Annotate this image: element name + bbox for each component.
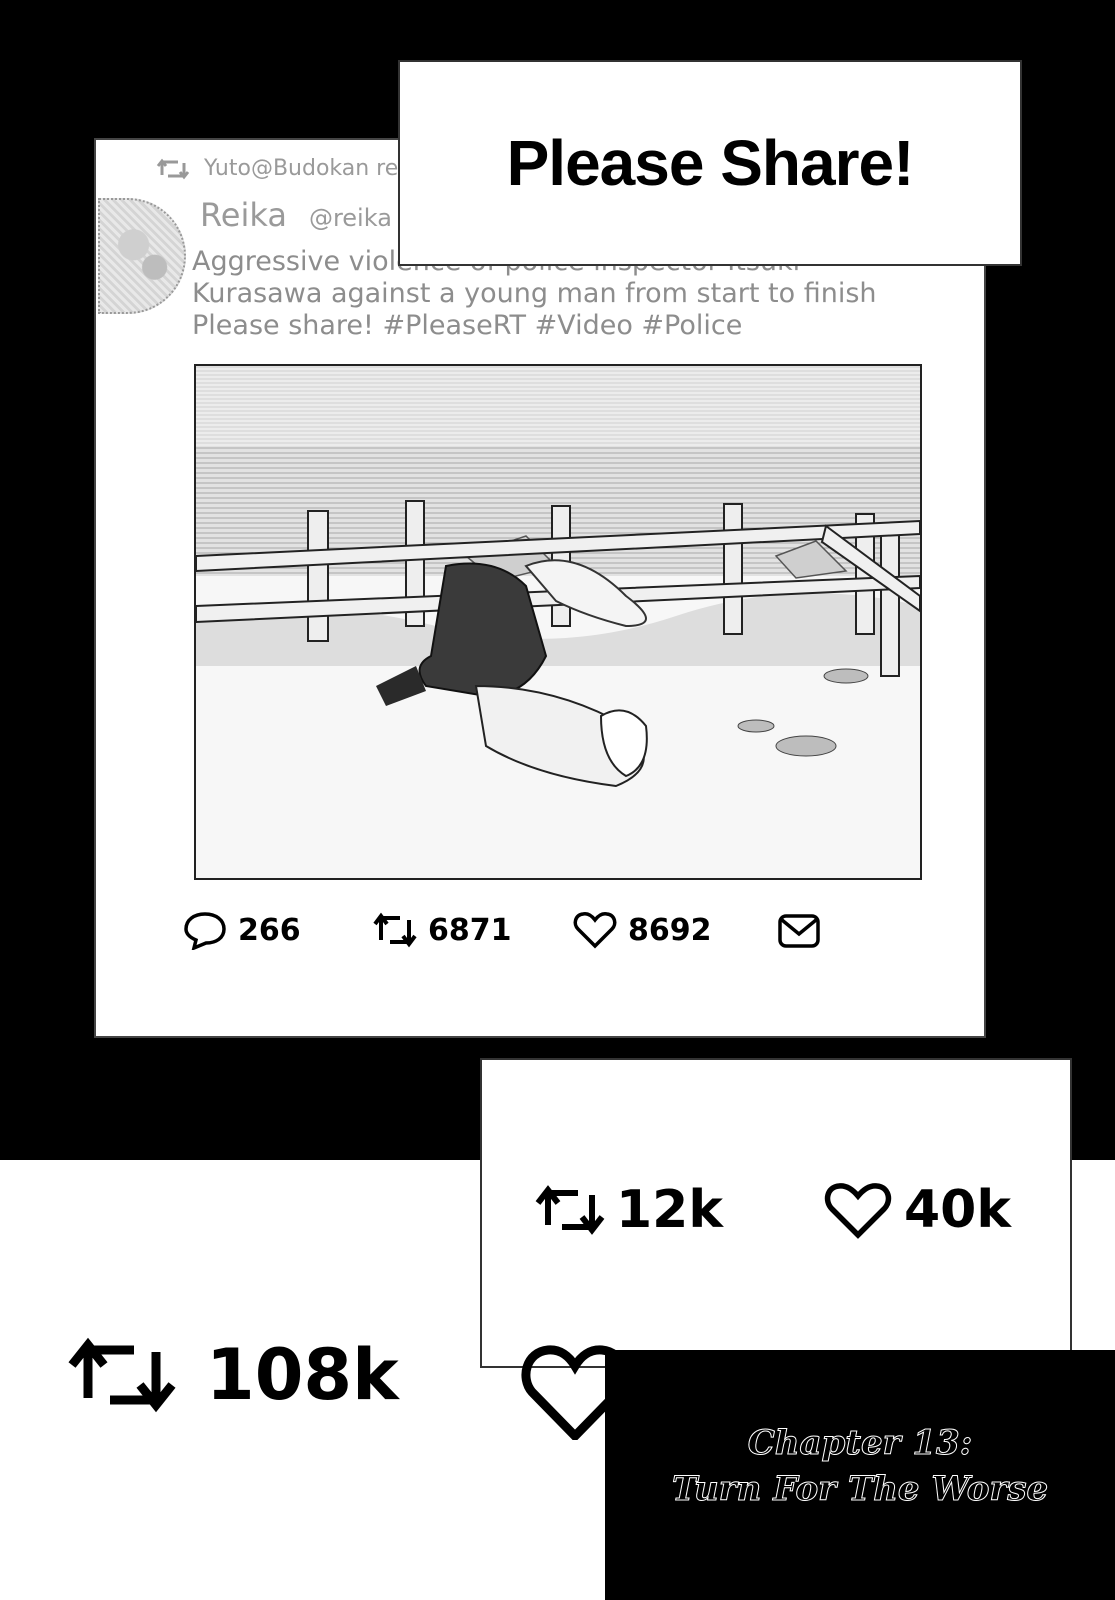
headline: Please Share! (506, 127, 915, 199)
author-line: Reika @reika (200, 196, 392, 234)
big-retweet-count: 108k (206, 1334, 399, 1416)
retweet-count: 6871 (428, 912, 512, 948)
reply-count: 266 (238, 912, 301, 948)
retweet-action[interactable]: 6871 (372, 910, 512, 950)
retweet-icon (535, 1185, 605, 1235)
like-stat[interactable]: 40k (822, 1180, 1011, 1240)
tweet-video-thumbnail[interactable] (194, 364, 922, 880)
like-count: 8692 (628, 912, 712, 948)
tweet-actions: 266 6871 8692 (182, 910, 942, 960)
retweet-stat-value: 12k (616, 1180, 723, 1240)
like-action[interactable]: 8692 (572, 910, 712, 950)
handle[interactable]: @reika (309, 204, 392, 232)
retweet-stat[interactable]: 12k (534, 1180, 723, 1240)
reply-action[interactable]: 266 (182, 910, 301, 950)
chapter-number: Chapter 13: (747, 1423, 973, 1464)
retweet-icon (373, 912, 417, 948)
reply-icon (184, 912, 226, 950)
heart-icon (573, 912, 617, 949)
avatar[interactable] (98, 198, 186, 314)
like-stat-value: 40k (904, 1180, 1011, 1240)
tweet-text-line[interactable]: Please share! #PleaseRT #Video #Police (192, 310, 892, 342)
tweet-card[interactable]: Yuto@Budokan re Reika @reika Aggressive … (94, 138, 986, 1038)
headline-box: Please Share! (398, 60, 1022, 266)
retweet-icon (156, 158, 190, 179)
illustration (196, 366, 920, 878)
stats-box: 12k 40k (480, 1058, 1072, 1368)
retweeted-by-line: Yuto@Budokan re (156, 156, 398, 181)
big-retweet-counter[interactable]: 108k (66, 1332, 399, 1418)
chapter-title: Chapter 13: Turn For The Worse (640, 1420, 1080, 1512)
display-name[interactable]: Reika (200, 196, 287, 234)
chapter-subtitle: Turn For The Worse (671, 1469, 1049, 1510)
retweeted-by-text: Yuto@Budokan re (204, 156, 399, 181)
tweet-text-line: Kurasawa against a young man from start … (192, 278, 877, 309)
share-dm-action[interactable] (776, 910, 822, 950)
heart-icon (824, 1183, 892, 1239)
mail-icon (778, 914, 820, 948)
retweet-icon (68, 1337, 176, 1413)
